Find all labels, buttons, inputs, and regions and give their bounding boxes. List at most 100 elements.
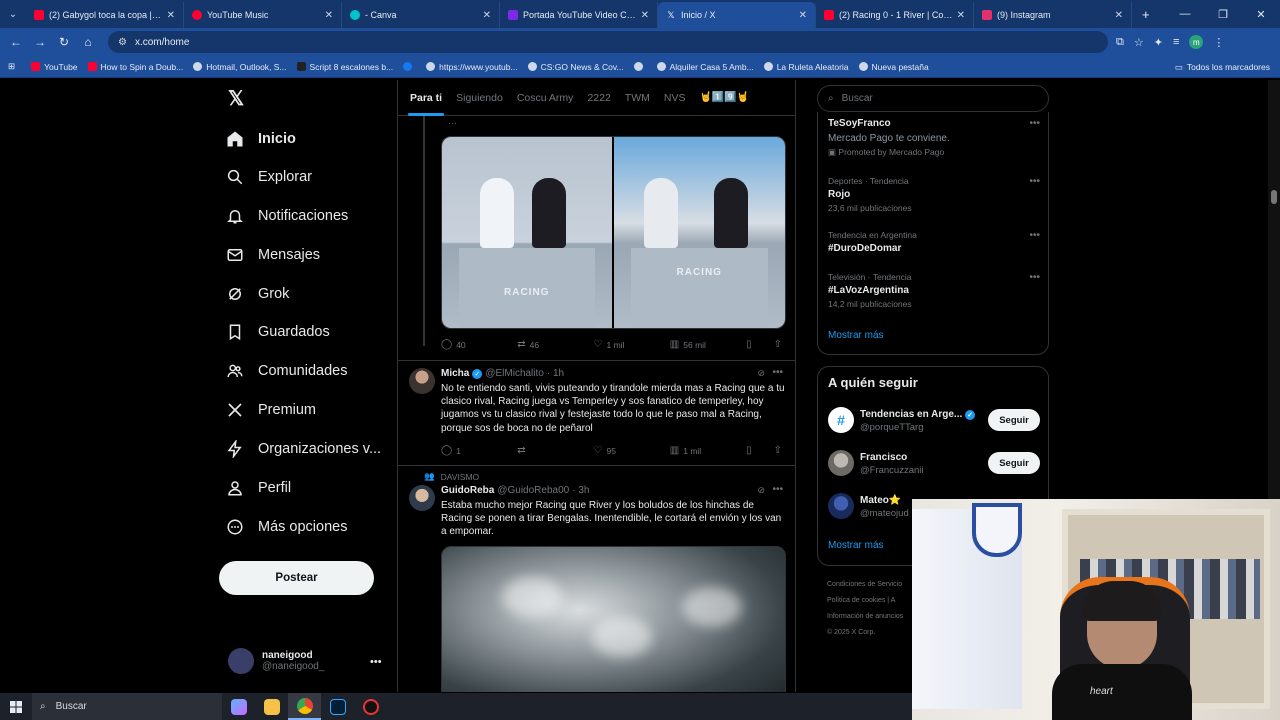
close-tab-icon[interactable]: ✕ (957, 10, 965, 21)
site-info-icon[interactable]: ⚙ (118, 37, 127, 48)
show-more-link[interactable]: Mostrar más (828, 540, 884, 551)
close-window-icon[interactable]: ✕ (1242, 0, 1280, 28)
extensions-icon[interactable]: ✦ (1154, 36, 1163, 49)
tweet-author-handle[interactable]: @GuidoReba00 (497, 485, 569, 496)
bookmark-item[interactable]: Nueva pestaña (858, 62, 929, 72)
trend-item[interactable]: Televisión · Tendencia #LaVozArgentina 1… (828, 272, 1040, 309)
footer-link[interactable]: Política de cookies | A (827, 593, 903, 609)
bookmark-item[interactable] (633, 62, 647, 71)
more-dots-icon[interactable]: ••• (772, 484, 783, 495)
tab-coscu-army[interactable]: Coscu Army (515, 80, 576, 116)
share-button[interactable]: ⇧ (774, 445, 786, 456)
follow-suggestion[interactable]: Francisco @Francuzzanii Seguir (828, 450, 1040, 480)
like-button[interactable]: ♡ 1 mil (594, 339, 670, 350)
grok-icon[interactable]: ⊘ (757, 485, 765, 496)
nav-item-mas-opciones[interactable]: Más opciones (226, 512, 347, 542)
back-icon[interactable]: ← (4, 35, 28, 49)
bookmark-item[interactable]: Alquiler Casa 5 Amb... (656, 62, 754, 72)
reply-button[interactable]: ◯ 40 (441, 339, 517, 350)
more-dots-icon[interactable]: ••• (1029, 176, 1040, 187)
search-input[interactable]: ⌕ Buscar (817, 85, 1049, 112)
address-bar[interactable]: ⚙ x.com/home (108, 31, 1108, 53)
nav-item-perfil[interactable]: Perfil (226, 473, 291, 503)
bookmark-item[interactable]: YouTube (31, 62, 78, 72)
reload-icon[interactable]: ↻ (52, 35, 76, 49)
close-tab-icon[interactable]: ✕ (483, 10, 491, 21)
views-button[interactable]: ▥ 1 mil (670, 445, 746, 456)
all-bookmarks-button[interactable]: ▭ Todos los marcadores (1175, 56, 1270, 78)
bookmark-item[interactable]: https://www.youtub... (426, 62, 518, 72)
nav-item-organizaciones[interactable]: Organizaciones v... (226, 434, 381, 464)
tweet-media-image[interactable]: RACING RACING (441, 136, 786, 329)
browser-tab-active[interactable]: 𝕏 Inicio / X ✕ (658, 2, 816, 28)
bookmark-item[interactable]: La Ruleta Aleatoria (763, 62, 849, 72)
reply-button[interactable]: ◯ 1 (441, 445, 517, 456)
browser-tab[interactable]: (2) Gabygol toca la copa | flame ✕ (26, 2, 184, 28)
tweet-time[interactable]: · 1h (547, 368, 564, 379)
more-dots-icon[interactable]: ••• (1029, 118, 1040, 129)
photoshop-icon[interactable] (321, 693, 354, 720)
close-tab-icon[interactable]: ✕ (799, 10, 807, 21)
nav-item-mensajes[interactable]: Mensajes (226, 240, 320, 270)
tab-2222[interactable]: 2222 (585, 80, 612, 116)
profile-avatar[interactable]: m (1189, 35, 1204, 49)
more-dots-icon[interactable]: ••• (772, 367, 783, 378)
home-page-icon[interactable]: ⌂ (76, 35, 100, 49)
post-button[interactable]: Postear (219, 561, 374, 595)
tab-twm[interactable]: TWM (623, 80, 652, 116)
follow-button[interactable]: Seguir (988, 452, 1040, 474)
windows-start-icon[interactable] (0, 693, 32, 720)
trend-item[interactable]: Tendencia en Argentina #DuroDeDomar ••• (828, 230, 1040, 254)
tab-nvs[interactable]: NVS (662, 80, 688, 116)
chrome-icon[interactable] (288, 693, 321, 720)
file-explorer-icon[interactable] (255, 693, 288, 720)
repost-button[interactable]: ⇄ 46 (517, 339, 593, 350)
restore-icon[interactable]: ❐ (1204, 0, 1242, 28)
like-button[interactable]: ♡ 95 (594, 445, 670, 456)
close-tab-icon[interactable]: ✕ (1115, 10, 1123, 21)
close-tab-icon[interactable]: ✕ (167, 10, 175, 21)
tweet-time[interactable]: · 3h (572, 485, 589, 496)
browser-tab[interactable]: (9) Instagram ✕ (974, 2, 1132, 28)
media-icon[interactable]: ≡ (1173, 36, 1179, 48)
nav-item-inicio[interactable]: Inicio (226, 124, 296, 154)
bookmark-item[interactable]: How to Spin a Doub... (87, 62, 183, 72)
star-bookmark-icon[interactable]: ☆ (1134, 36, 1144, 49)
browser-tab[interactable]: Portada YouTube Video Curso ✕ (500, 2, 658, 28)
more-dots-icon[interactable]: ••• (1029, 272, 1040, 283)
nav-item-premium[interactable]: Premium (226, 395, 316, 425)
browser-tab[interactable]: YouTube Music ✕ (184, 2, 342, 28)
browser-tab[interactable]: (2) Racing 0 - 1 River | Copa Arg ✕ (816, 2, 974, 28)
bookmark-button[interactable]: ▯ (746, 445, 756, 456)
browser-tab[interactable]: - Canva ✕ (342, 2, 500, 28)
tab-emoji-list[interactable]: 🤘1️⃣9️⃣🤘 (697, 80, 751, 116)
taskbar-search-input[interactable]: ⌕ Buscar (32, 693, 222, 720)
minimize-icon[interactable]: — (1166, 0, 1204, 28)
grok-icon[interactable]: ⊘ (757, 368, 765, 379)
tweet-author-handle[interactable]: @ElMichalito (485, 368, 544, 379)
trend-item[interactable]: Deportes · Tendencia Rojo 23,6 mil publi… (828, 176, 1040, 213)
close-tab-icon[interactable]: ✕ (641, 10, 649, 21)
views-button[interactable]: ▥ 56 mil (670, 339, 746, 350)
tweet-media-video[interactable] (441, 546, 786, 692)
nav-item-explorar[interactable]: Explorar (226, 162, 312, 192)
social-context[interactable]: 👥 DAVISMO (424, 471, 479, 482)
more-dots-icon[interactable]: ••• (370, 656, 382, 668)
bookmark-button[interactable]: ▯ (746, 339, 756, 350)
share-button[interactable]: ⇧ (774, 339, 786, 350)
forward-icon[interactable]: → (28, 35, 52, 49)
more-dots-icon[interactable]: ••• (1029, 230, 1040, 241)
footer-link[interactable]: Información de anuncios (827, 609, 903, 625)
tweet-author-name[interactable]: GuidoReba (441, 485, 494, 496)
repost-button[interactable]: ⇄ (517, 445, 593, 456)
close-tab-icon[interactable]: ✕ (325, 10, 333, 21)
new-tab-button[interactable]: + (1132, 7, 1160, 22)
avatar[interactable] (409, 485, 435, 511)
more-dots-icon[interactable]: … (448, 116, 457, 126)
nav-item-guardados[interactable]: Guardados (226, 317, 330, 347)
tab-para-ti[interactable]: Para ti (408, 80, 445, 116)
footer-link[interactable]: Condiciones de Servicio (827, 577, 903, 593)
follow-suggestion[interactable]: # Tendencias en Arge... ✓ @porqueTTarg S… (828, 407, 1040, 437)
nav-item-comunidades[interactable]: Comunidades (226, 356, 347, 386)
bookmark-item[interactable]: CS:GO News & Cov... (527, 62, 624, 72)
